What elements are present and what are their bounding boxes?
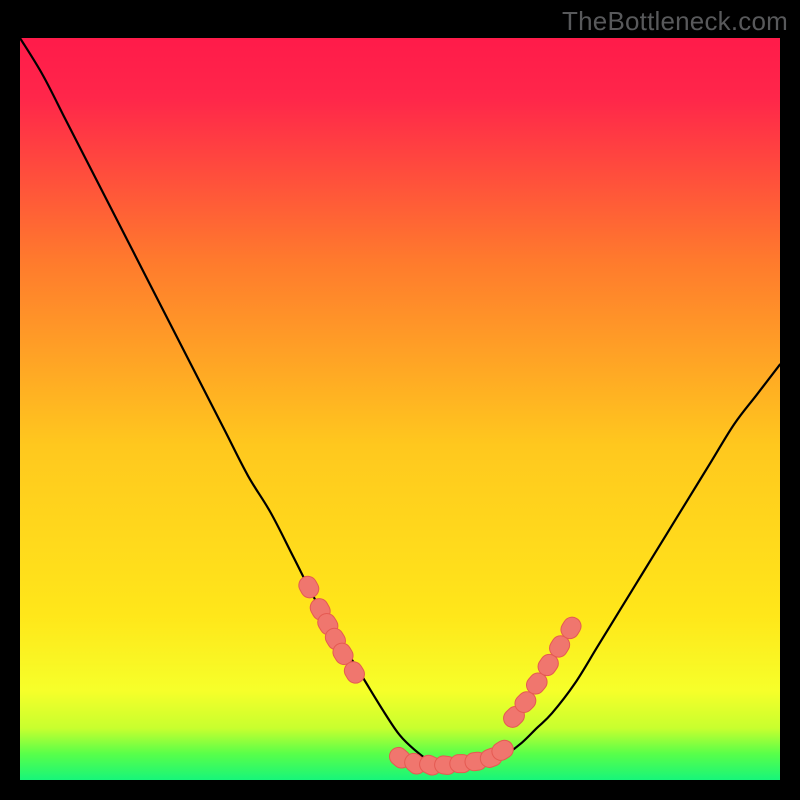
bottleneck-curve: [20, 38, 780, 765]
watermark-text: TheBottleneck.com: [562, 6, 788, 37]
data-marker: [296, 573, 322, 601]
chart-frame: TheBottleneck.com: [0, 0, 800, 800]
marker-group: [296, 573, 585, 778]
plot-area: [20, 38, 780, 780]
curve-layer: [20, 38, 780, 780]
